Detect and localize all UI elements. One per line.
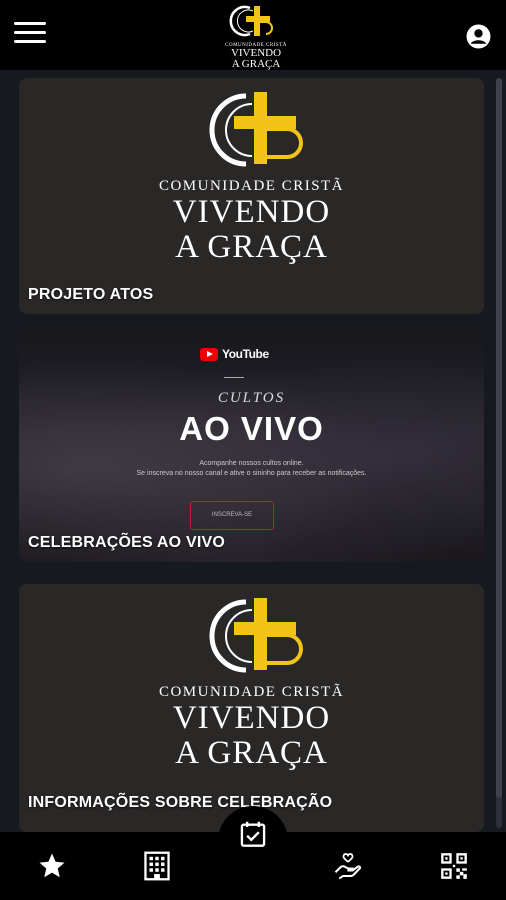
calendar-check-icon: [240, 821, 266, 847]
cross-logo-icon: [209, 92, 303, 167]
card-title: INFORMAÇÕES SOBRE CELEBRAÇÃO: [28, 794, 333, 811]
youtube-label: YouTube: [222, 347, 269, 361]
brand-line2: A GRAÇA: [175, 734, 328, 771]
star-icon[interactable]: [30, 844, 74, 888]
cross-logo-icon: [209, 598, 303, 673]
live-description: Acompanhe nossos cultos online. Se inscr…: [19, 459, 484, 479]
youtube-play-icon: [200, 347, 218, 361]
youtube-logo: YouTube: [200, 347, 269, 361]
card-feed[interactable]: COMUNIDADE CRISTÃ VIVENDO A GRAÇA PROJET…: [0, 70, 506, 832]
account-icon[interactable]: [466, 24, 491, 49]
qr-code-icon[interactable]: [432, 844, 476, 888]
app-logo: COMUNIDADE CRISTÃ VIVENDO A GRAÇA: [220, 4, 292, 70]
top-app-bar: COMUNIDADE CRISTÃ VIVENDO A GRAÇA: [0, 0, 506, 70]
brand-line2: A GRAÇA: [175, 228, 328, 265]
live-desc-line1: Acompanhe nossos cultos online.: [199, 460, 304, 467]
card-informacoes-celebracao[interactable]: COMUNIDADE CRISTÃ VIVENDO A GRAÇA INFORM…: [19, 584, 484, 832]
brand-text: COMUNIDADE CRISTÃ VIVENDO A GRAÇA: [19, 684, 484, 770]
subscribe-button: INSCREVA-SE: [190, 501, 274, 530]
ao-vivo-headline: AO VIVO: [179, 410, 324, 447]
card-title: PROJETO ATOS: [28, 286, 154, 303]
card-celebracoes-ao-vivo[interactable]: YouTube CULTOS AO VIVO Acompanhe nossos …: [19, 326, 484, 562]
divider: [224, 377, 244, 378]
brand-subtitle: COMUNIDADE CRISTÃ: [158, 178, 345, 194]
card-projeto-atos[interactable]: COMUNIDADE CRISTÃ VIVENDO A GRAÇA PROJET…: [19, 78, 484, 314]
brand-line1: VIVENDO: [172, 700, 331, 736]
live-desc-line2: Se inscreva no nosso canal e ative o sin…: [136, 470, 367, 477]
menu-icon[interactable]: [14, 22, 46, 48]
brand-text: COMUNIDADE CRISTÃ VIVENDO A GRAÇA: [19, 178, 484, 264]
cross-logo-icon: [229, 5, 273, 37]
logo-line2: A GRAÇA: [231, 58, 281, 70]
building-icon[interactable]: [135, 844, 179, 888]
calendar-button[interactable]: [218, 806, 288, 876]
brand-line1: VIVENDO: [172, 194, 331, 230]
cultos-label: CULTOS: [217, 390, 286, 406]
hand-heart-icon[interactable]: [326, 844, 370, 888]
scrollbar-thumb[interactable]: [496, 78, 502, 798]
card-title: CELEBRAÇÕES AO VIVO: [28, 534, 226, 551]
brand-subtitle: COMUNIDADE CRISTÃ: [158, 684, 345, 700]
